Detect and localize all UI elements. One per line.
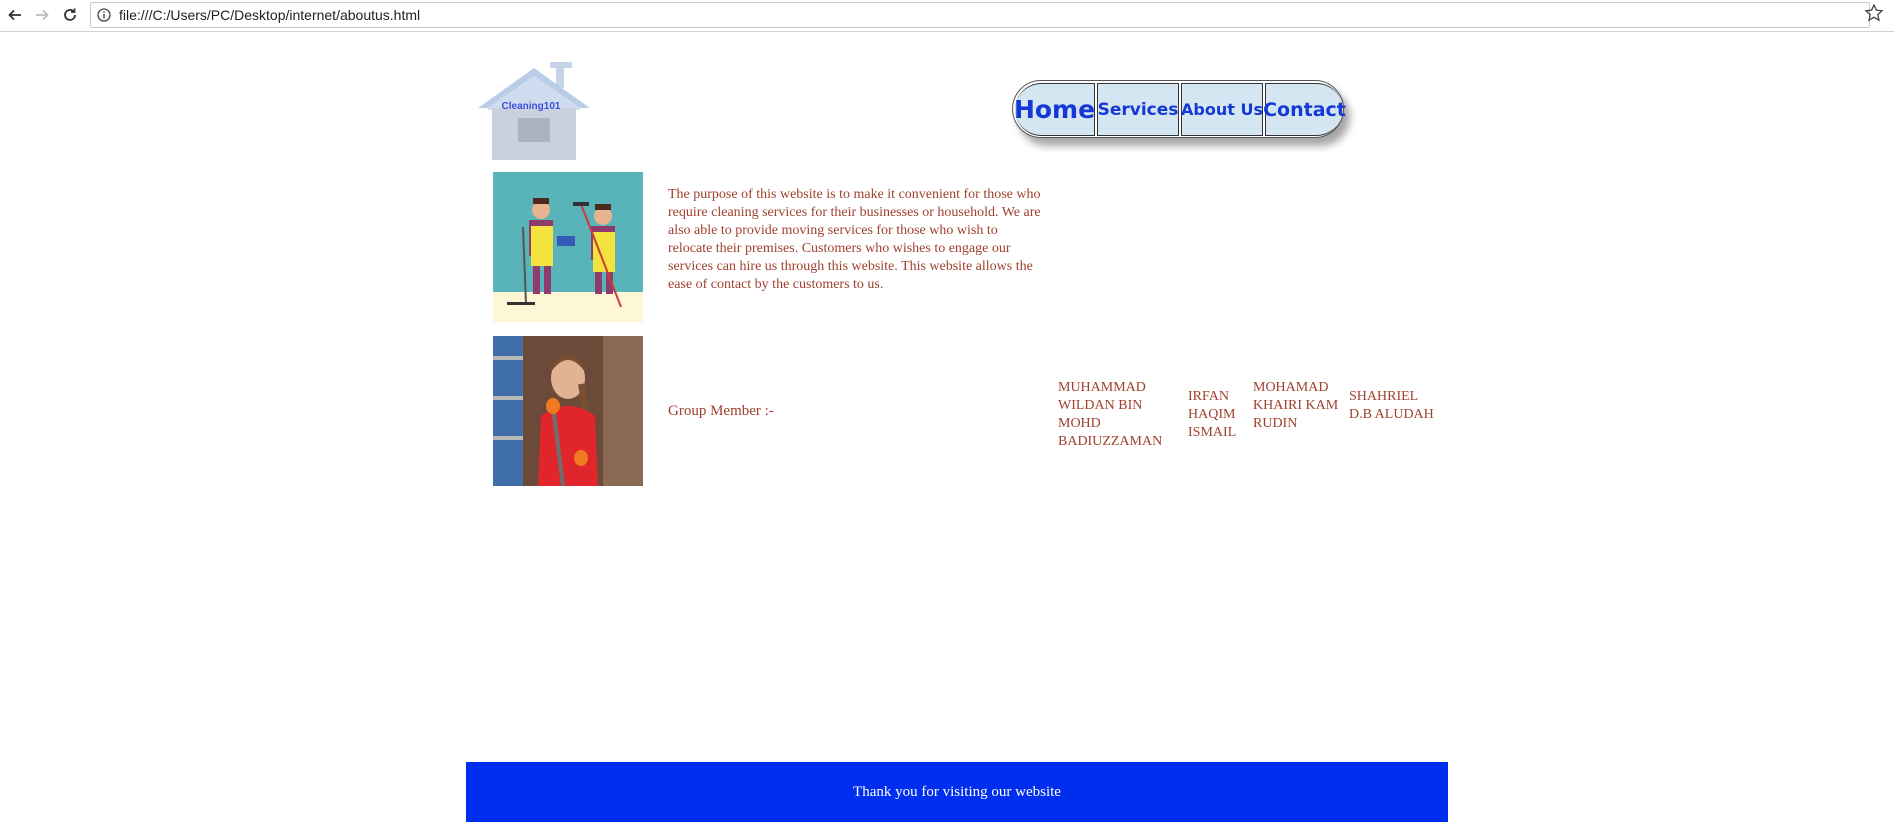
- nav-home-button[interactable]: Home: [1014, 83, 1095, 136]
- url-text[interactable]: file:///C:/Users/PC/Desktop/internet/abo…: [119, 7, 420, 23]
- page-content: Cleaning101 Home Services About Us Conta…: [466, 32, 1448, 832]
- cleaning-woman-photo: [493, 336, 643, 486]
- info-icon[interactable]: [97, 8, 111, 22]
- logo-text: Cleaning101: [502, 101, 561, 112]
- purpose-text: The purpose of this website is to make i…: [668, 187, 1041, 292]
- member-name: IRFAN HAQIM ISMAIL: [1188, 389, 1237, 440]
- member-name: MUHAMMAD WILDAN BIN MOHD BADIUZZAMAN: [1058, 380, 1163, 449]
- forward-icon[interactable]: [30, 3, 54, 27]
- star-icon[interactable]: [1864, 3, 1884, 23]
- back-icon[interactable]: [3, 3, 27, 27]
- logo-house-icon[interactable]: Cleaning101: [474, 62, 594, 178]
- cleaners-illustration: [493, 172, 643, 322]
- nav-about-button[interactable]: About Us: [1181, 83, 1263, 136]
- footer: Thank you for visiting our website: [466, 762, 1448, 822]
- browser-toolbar: file:///C:/Users/PC/Desktop/internet/abo…: [0, 0, 1894, 32]
- nav-services-button[interactable]: Services: [1097, 83, 1179, 136]
- footer-text: Thank you for visiting our website: [853, 783, 1061, 800]
- member-name: MOHAMAD KHAIRI KAM RUDIN: [1253, 380, 1339, 431]
- nav-contact-button[interactable]: Contact: [1263, 83, 1346, 136]
- main-nav: Home Services About Us Contact: [1012, 80, 1346, 138]
- member-name: SHAHRIEL D.B ALUDAH: [1349, 389, 1434, 422]
- address-bar[interactable]: file:///C:/Users/PC/Desktop/internet/abo…: [90, 2, 1870, 28]
- reload-icon[interactable]: [58, 3, 82, 27]
- group-member-label: Group Member :-: [668, 403, 774, 419]
